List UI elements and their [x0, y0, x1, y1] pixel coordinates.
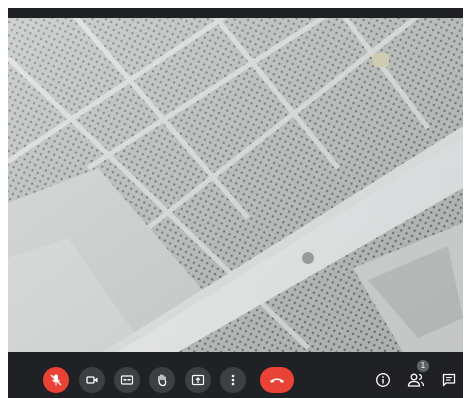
- raise-hand-icon: [158, 374, 167, 387]
- people-icon: [407, 373, 425, 387]
- mic-off-icon: [50, 374, 62, 386]
- people-button[interactable]: [405, 369, 427, 391]
- top-bar: [8, 8, 463, 18]
- end-call-icon: [270, 378, 284, 383]
- chat-button[interactable]: [438, 369, 460, 391]
- more-options-icon: [231, 374, 235, 386]
- mic-toggle-button[interactable]: [43, 367, 69, 393]
- info-icon: [376, 373, 390, 387]
- present-screen-button[interactable]: [185, 367, 211, 393]
- end-call-button[interactable]: [260, 367, 294, 393]
- meeting-window: 1: [0, 0, 469, 398]
- captions-icon: [120, 375, 134, 385]
- captions-button[interactable]: [114, 367, 140, 393]
- camera-icon: [86, 376, 98, 384]
- more-options-button[interactable]: [220, 367, 246, 393]
- control-bar: 1: [8, 352, 463, 398]
- video-feed: [8, 18, 463, 352]
- present-icon: [191, 374, 205, 386]
- camera-toggle-button[interactable]: [79, 367, 105, 393]
- ceiling-camera-view: [8, 18, 463, 352]
- raise-hand-button[interactable]: [149, 367, 175, 393]
- chat-icon: [442, 373, 456, 387]
- meeting-info-button[interactable]: [372, 369, 394, 391]
- participants-count-badge: 1: [417, 360, 429, 372]
